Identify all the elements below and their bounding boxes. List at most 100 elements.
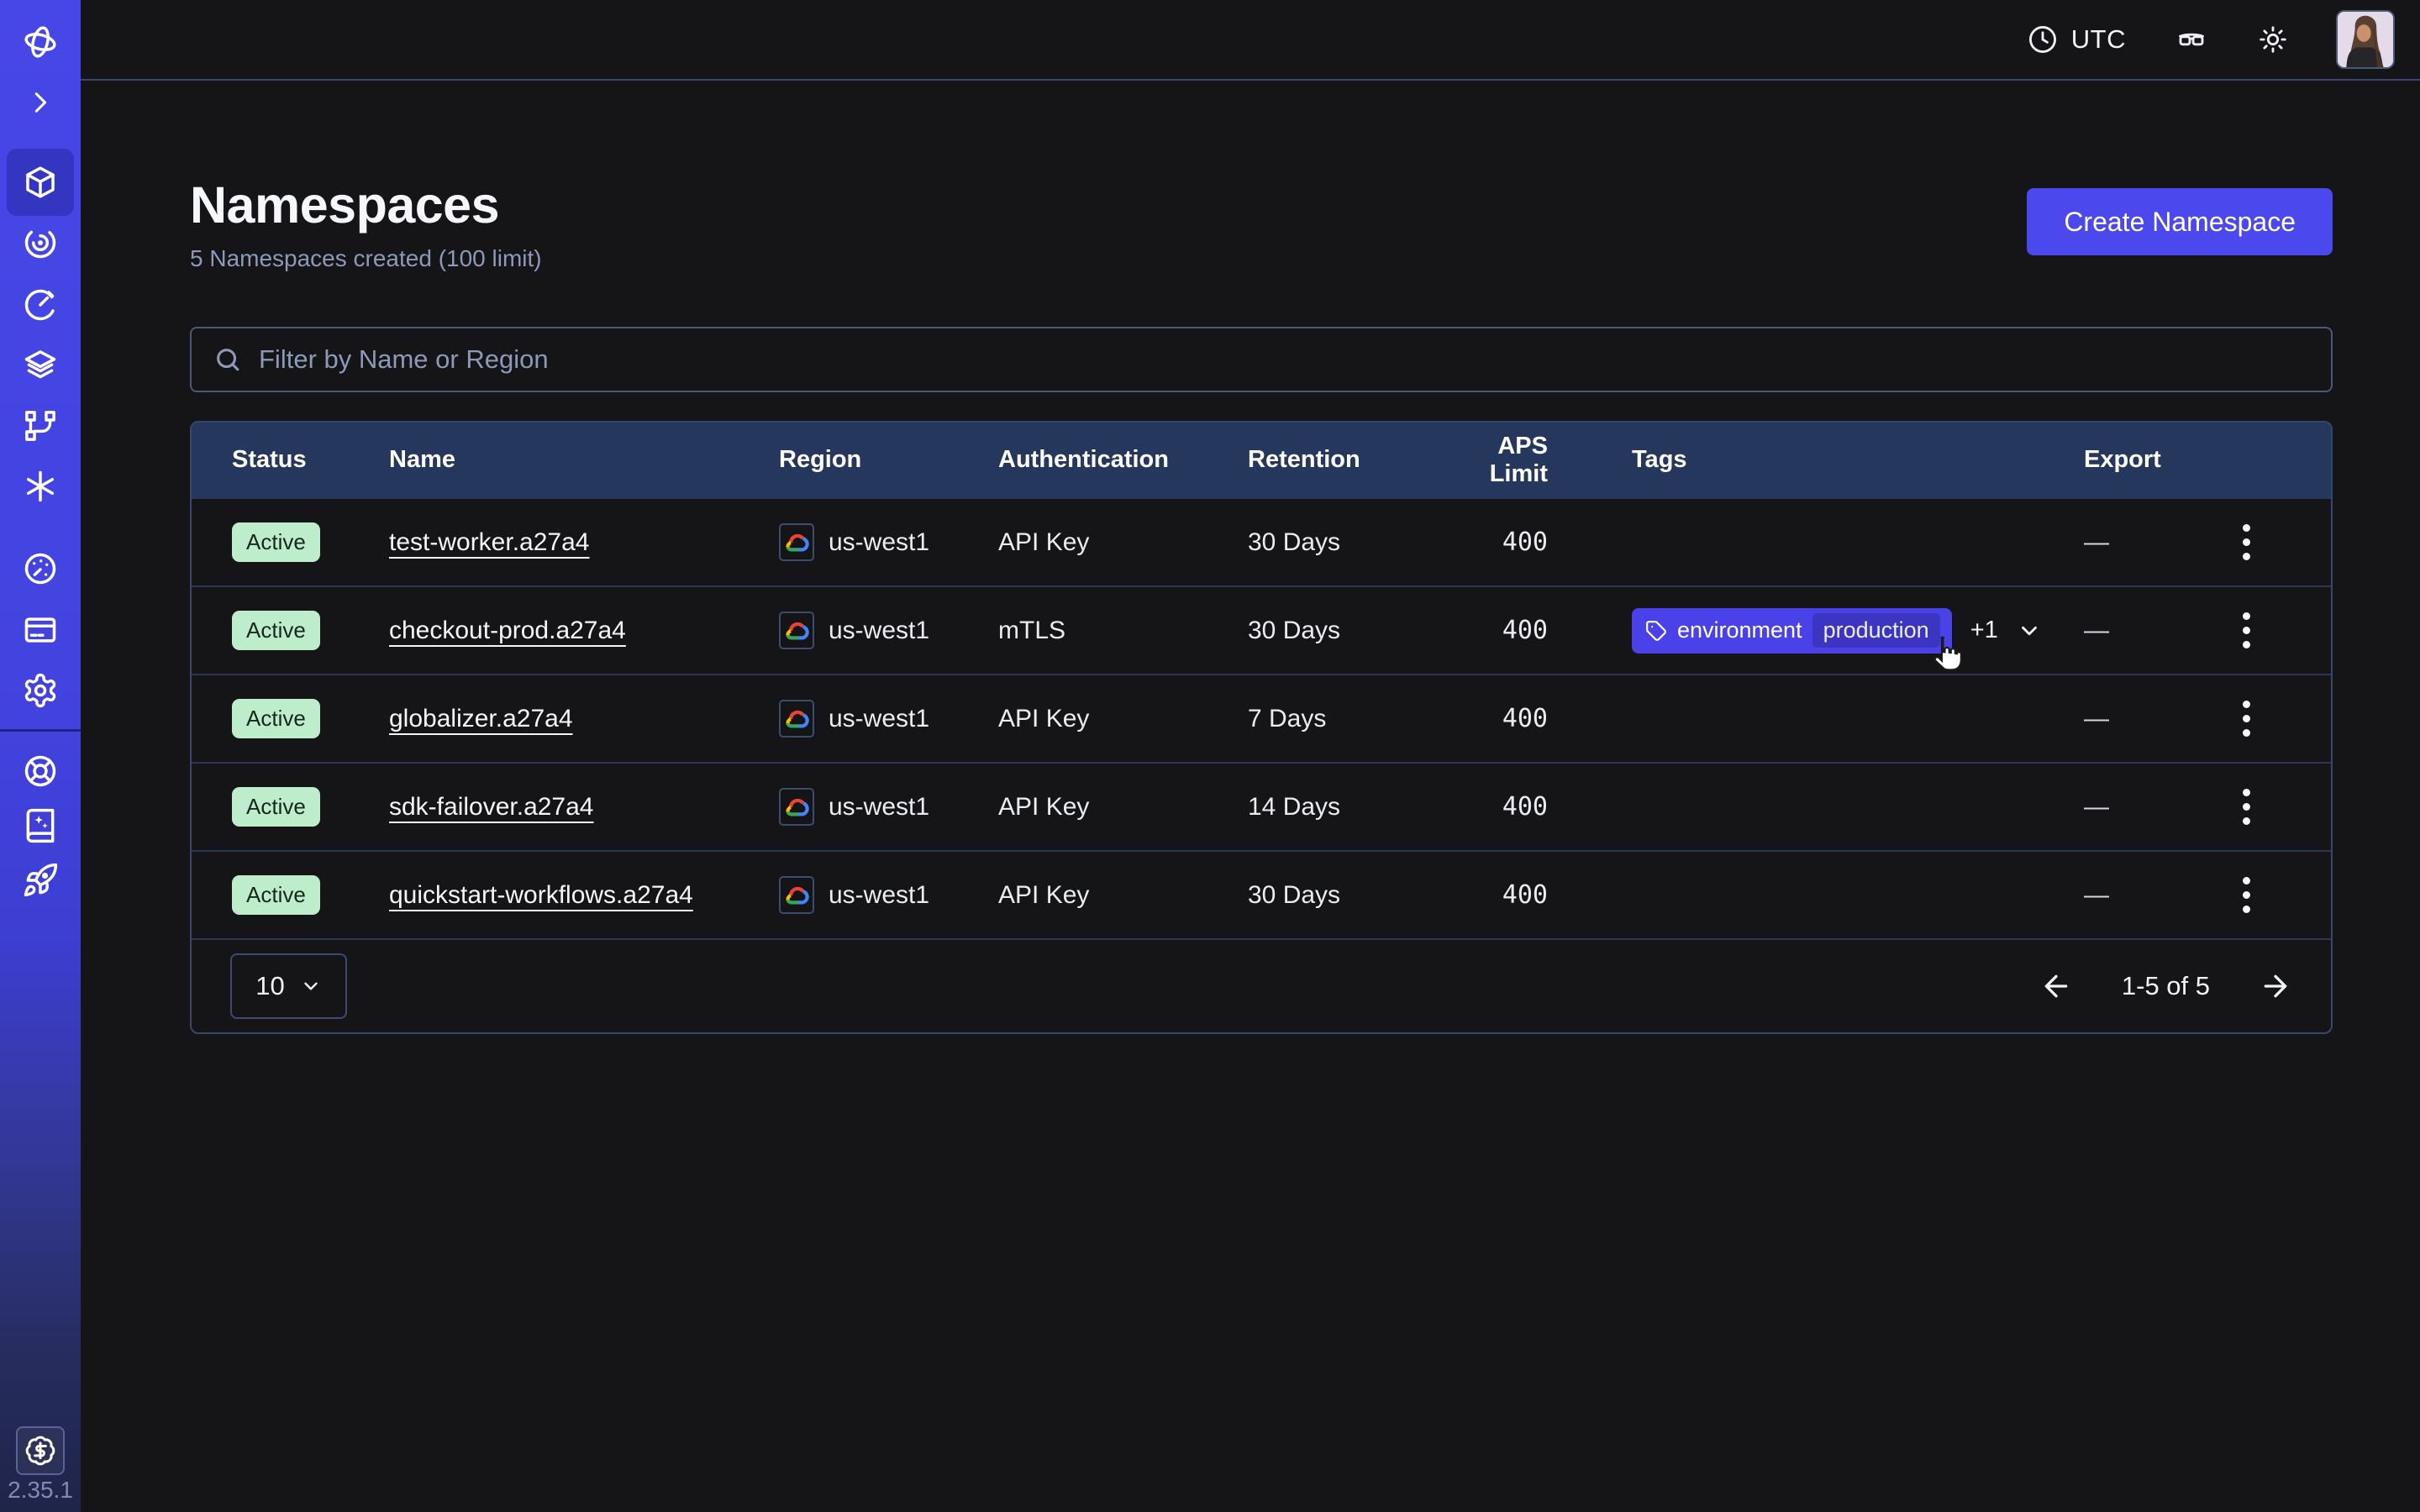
chevron-down-icon[interactable] bbox=[2017, 618, 2042, 643]
sidebar-item-support[interactable] bbox=[7, 741, 74, 801]
kebab-dot bbox=[2243, 891, 2250, 899]
google-cloud-icon bbox=[784, 796, 810, 818]
create-namespace-button[interactable]: Create Namespace bbox=[2027, 188, 2333, 255]
gauge-icon bbox=[22, 550, 59, 587]
aps-limit-cell: 400 bbox=[1442, 792, 1632, 822]
pagination-range-label: 1-5 of 5 bbox=[2122, 971, 2210, 1001]
status-cell: Active bbox=[192, 522, 389, 562]
topbar: UTC bbox=[81, 0, 2420, 81]
row-menu-button[interactable] bbox=[2238, 696, 2255, 742]
table-row: Active test-worker.a27a4 us-west1 API Key3… bbox=[192, 497, 2331, 585]
sidebar-divider bbox=[0, 729, 81, 732]
export-cell: — bbox=[2084, 519, 2331, 565]
sidebar-item-billing[interactable] bbox=[7, 600, 74, 660]
namespace-link[interactable]: globalizer.a27a4 bbox=[389, 705, 573, 732]
temporal-logo[interactable] bbox=[7, 12, 74, 72]
tag-pill[interactable]: environmentproduction bbox=[1632, 608, 1952, 654]
lifebuoy-icon bbox=[22, 753, 59, 790]
page-size-select[interactable]: 10 bbox=[230, 953, 347, 1019]
orbit-icon bbox=[22, 224, 59, 261]
status-cell: Active bbox=[192, 699, 389, 738]
column-header-aps-limit: APS Limit bbox=[1442, 433, 1632, 488]
status-badge: Active bbox=[232, 611, 320, 650]
region-label: us-west1 bbox=[829, 705, 929, 733]
row-menu-button[interactable] bbox=[2238, 784, 2255, 830]
page-size-value: 10 bbox=[255, 971, 284, 1001]
sidebar-item-batch-operations[interactable] bbox=[7, 396, 74, 456]
google-cloud-icon bbox=[784, 885, 810, 906]
retention-cell: 7 Days bbox=[1248, 705, 1442, 733]
sidebar-expand-button[interactable] bbox=[7, 72, 74, 133]
browser-card-icon bbox=[22, 612, 59, 648]
export-value: — bbox=[2084, 617, 2109, 645]
kebab-dot bbox=[2243, 627, 2250, 634]
chevron-down-icon bbox=[300, 975, 322, 997]
sidebar-item-settings[interactable] bbox=[7, 660, 74, 721]
export-value: — bbox=[2084, 528, 2109, 557]
region-label: us-west1 bbox=[829, 793, 929, 822]
region-cell: us-west1 bbox=[779, 700, 998, 738]
export-value: — bbox=[2084, 793, 2109, 822]
glasses-icon[interactable] bbox=[2173, 24, 2210, 55]
kebab-dot bbox=[2243, 877, 2250, 885]
status-cell: Active bbox=[192, 875, 389, 915]
layers-icon bbox=[22, 347, 59, 384]
kebab-dot bbox=[2243, 524, 2250, 532]
user-avatar[interactable] bbox=[2336, 10, 2395, 69]
namespace-link[interactable]: checkout-prod.a27a4 bbox=[389, 617, 626, 644]
cloud-provider-icon-box bbox=[779, 700, 814, 738]
page-title: Namespaces bbox=[190, 178, 542, 232]
status-badge: Active bbox=[232, 875, 320, 915]
aps-limit-cell: 400 bbox=[1442, 616, 1632, 645]
export-cell: — bbox=[2084, 784, 2331, 830]
row-menu-button[interactable] bbox=[2238, 607, 2255, 654]
main-content: Namespaces 5 Namespaces created (100 lim… bbox=[190, 81, 2333, 1509]
authentication-cell: API Key bbox=[998, 881, 1248, 910]
retention-cell: 30 Days bbox=[1248, 528, 1442, 557]
gear-icon bbox=[22, 672, 59, 709]
sidebar-item-namespaces[interactable] bbox=[7, 149, 74, 216]
sidebar-item-docs[interactable] bbox=[7, 795, 74, 856]
tag-value: production bbox=[1812, 613, 1940, 648]
sidebar-item-getting-started[interactable] bbox=[7, 850, 74, 911]
sidebar-item-usage[interactable] bbox=[7, 538, 74, 599]
name-cell: test-worker.a27a4 bbox=[389, 528, 779, 557]
filter-bar[interactable] bbox=[190, 327, 2333, 392]
sun-icon[interactable] bbox=[2257, 24, 2289, 55]
retention-cell: 30 Days bbox=[1248, 617, 1442, 645]
sidebar-item-nexus[interactable] bbox=[7, 456, 74, 517]
row-menu-button[interactable] bbox=[2238, 872, 2255, 918]
sidebar-item-workflows[interactable] bbox=[7, 213, 74, 273]
status-badge: Active bbox=[232, 699, 320, 738]
namespace-link[interactable]: sdk-failover.a27a4 bbox=[389, 793, 594, 821]
kebab-dot bbox=[2243, 803, 2250, 811]
rocket-icon bbox=[22, 862, 59, 899]
status-badge: Active bbox=[232, 522, 320, 562]
row-menu-button[interactable] bbox=[2238, 519, 2255, 565]
book-sparkles-icon bbox=[22, 807, 59, 844]
filter-input[interactable] bbox=[259, 344, 2309, 375]
namespace-link[interactable]: test-worker.a27a4 bbox=[389, 528, 589, 556]
tags-more-count[interactable]: +1 bbox=[1970, 617, 1998, 644]
sidebar-item-deployments[interactable] bbox=[7, 335, 74, 396]
table-row: Activeglobalizer.a27a4 us-west1API Key7 … bbox=[192, 674, 2331, 762]
next-page-button[interactable] bbox=[2259, 969, 2292, 1003]
region-label: us-west1 bbox=[829, 881, 929, 910]
previous-page-button[interactable] bbox=[2039, 969, 2073, 1003]
authentication-cell: API Key bbox=[998, 528, 1248, 557]
column-header-tags: Tags bbox=[1632, 446, 2084, 474]
credits-badge-button[interactable] bbox=[16, 1426, 65, 1475]
pagination-bar: 10 1-5 of 5 bbox=[192, 938, 2331, 1032]
export-cell: — bbox=[2084, 607, 2331, 654]
timezone-selector[interactable]: UTC bbox=[2027, 24, 2126, 55]
kebab-dot bbox=[2243, 701, 2250, 708]
cube-icon bbox=[22, 164, 59, 201]
name-cell: checkout-prod.a27a4 bbox=[389, 617, 779, 645]
page-subtitle: 5 Namespaces created (100 limit) bbox=[190, 245, 542, 272]
region-label: us-west1 bbox=[829, 528, 929, 557]
cloud-provider-icon-box bbox=[779, 788, 814, 826]
namespace-link[interactable]: quickstart-workflows.a27a4 bbox=[389, 881, 693, 909]
branch-icon bbox=[22, 407, 59, 444]
table-row: Activecheckout-prod.a27a4 us-west1mTLS30… bbox=[192, 585, 2331, 674]
sidebar-item-schedules[interactable] bbox=[7, 275, 74, 335]
